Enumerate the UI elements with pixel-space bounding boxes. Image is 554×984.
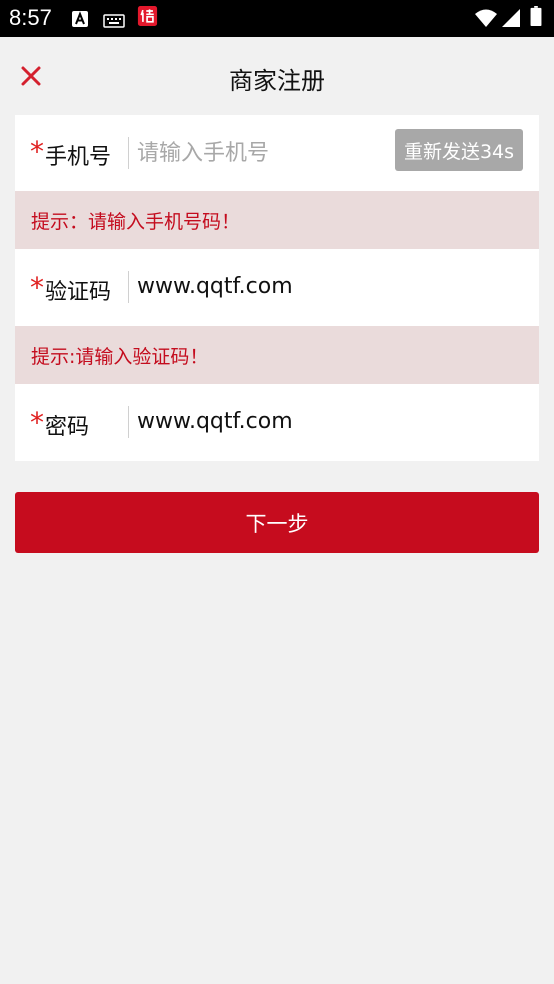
divider <box>128 271 129 303</box>
status-bar: 8:57 <box>0 0 554 37</box>
divider <box>128 406 129 438</box>
code-input[interactable]: www.qqtf.com <box>137 274 517 299</box>
code-label: 验证码 <box>45 280 112 305</box>
resend-code-button[interactable]: 重新发送34s <box>395 129 523 171</box>
app-bar: 商家注册 <box>0 37 554 115</box>
battery-icon <box>530 6 542 26</box>
a-notification-icon <box>72 11 88 27</box>
phone-hint: 提示：请输入手机号码！ <box>15 191 539 249</box>
status-time: 8:57 <box>9 5 52 30</box>
required-mark: * <box>30 271 44 304</box>
next-step-button[interactable]: 下一步 <box>15 492 539 553</box>
password-input[interactable]: www.qqtf.com <box>137 409 517 434</box>
phone-label: 手机号 <box>45 145 112 170</box>
code-row: * 验证码 www.qqtf.com <box>15 249 539 326</box>
divider <box>128 137 129 169</box>
app-notification-icon <box>137 6 158 26</box>
keyboard-icon <box>103 14 125 28</box>
password-label: 密码 <box>45 415 90 440</box>
phone-row: * 手机号 重新发送34s <box>15 115 539 191</box>
code-hint: 提示:请输入验证码！ <box>15 326 539 384</box>
phone-input[interactable] <box>137 137 387 169</box>
signal-icon <box>502 9 520 27</box>
required-mark: * <box>30 135 44 168</box>
wifi-icon <box>475 9 497 27</box>
page-title: 商家注册 <box>229 67 325 95</box>
required-mark: * <box>30 406 44 439</box>
password-row: * 密码 www.qqtf.com <box>15 384 539 461</box>
